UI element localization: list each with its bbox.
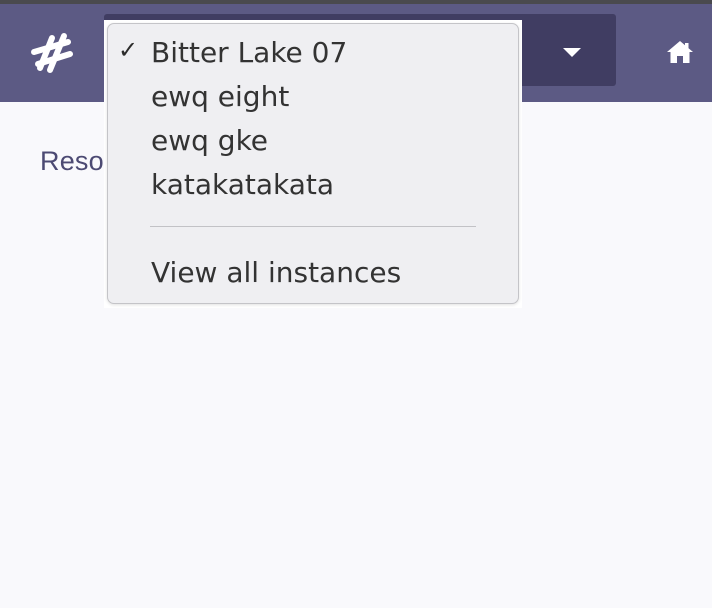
page-title: Reso (40, 146, 104, 176)
menu-item-label: Bitter Lake 07 (151, 36, 348, 69)
menu-item-instance[interactable]: ✓ Bitter Lake 07 (108, 32, 518, 72)
menu-item-label: katakatakata (151, 168, 335, 201)
check-icon: ✓ (118, 36, 139, 64)
menu-item-label: View all instances (151, 256, 402, 289)
menu-item-view-all-instances[interactable]: View all instances (108, 252, 518, 292)
chevron-down-icon[interactable] (563, 48, 581, 57)
brand-logo-icon[interactable] (30, 32, 74, 74)
instance-dropdown-menu: ✓ Bitter Lake 07 ewq eight ewq gke katak… (107, 23, 519, 304)
menu-item-instance[interactable]: katakatakata (108, 164, 518, 204)
home-icon[interactable] (666, 40, 694, 64)
menu-item-instance[interactable]: ewq eight (108, 76, 518, 116)
menu-item-label: ewq gke (151, 124, 269, 157)
menu-separator (150, 226, 476, 227)
menu-item-instance[interactable]: ewq gke (108, 120, 518, 160)
menu-item-label: ewq eight (151, 80, 290, 113)
